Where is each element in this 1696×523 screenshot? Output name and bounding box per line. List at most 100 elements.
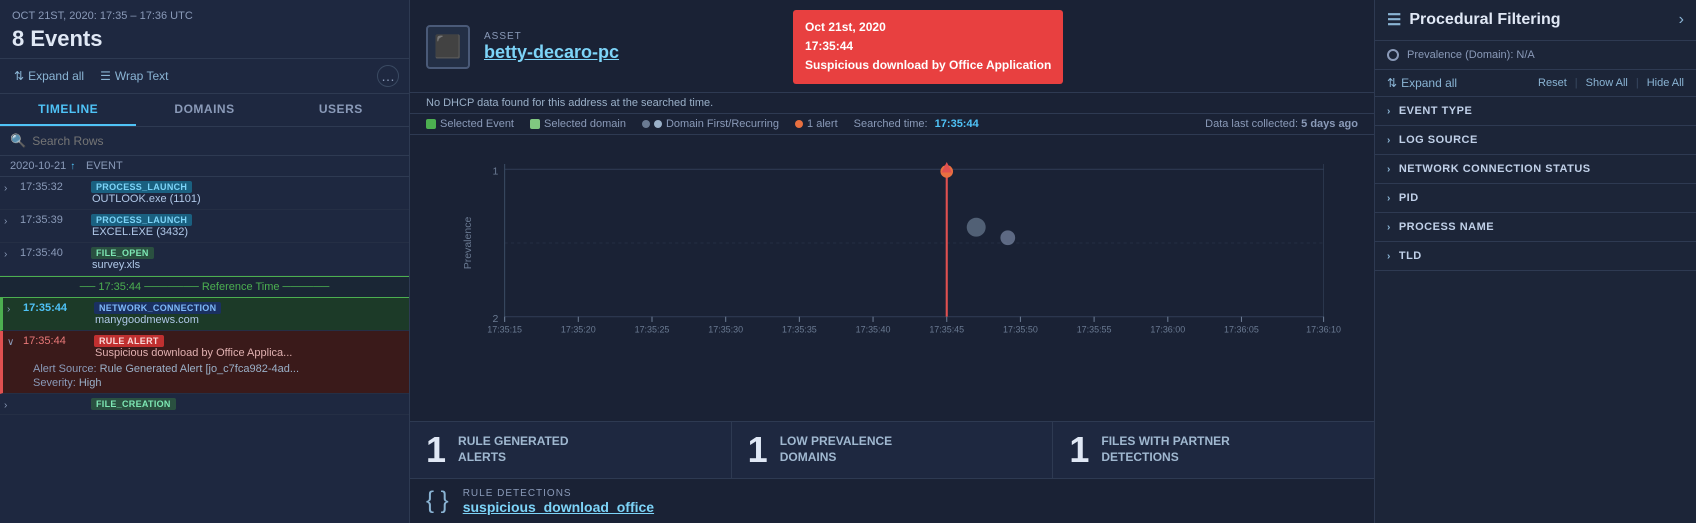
searched-time-value: 17:35:44	[935, 118, 979, 130]
network-status-header[interactable]: › NETWORK CONNECTION STATUS	[1375, 155, 1696, 183]
row-time: 17:35:40	[20, 247, 85, 259]
rule-info: RULE DETECTIONS suspicious_download_offi…	[463, 488, 654, 515]
legend-light-green-sq	[530, 119, 540, 129]
show-all-button[interactable]: Show All	[1586, 77, 1628, 89]
event-type-chevron: ›	[1387, 106, 1391, 117]
svg-text:17:35:20: 17:35:20	[561, 324, 596, 334]
expand-chevron[interactable]: ›	[4, 216, 7, 227]
legend-gray-circle-1	[642, 120, 650, 128]
table-row: › 17:35:32 PROCESS_LAUNCH OUTLOOK.exe (1…	[0, 177, 409, 210]
right-expand-label: Expand all	[1401, 76, 1457, 90]
badge-file-creation: FILE_CREATION	[91, 398, 176, 410]
rule-name[interactable]: suspicious_download_office	[463, 499, 654, 515]
pid-label: PID	[1399, 192, 1419, 204]
process-name-header[interactable]: › PROCESS NAME	[1375, 213, 1696, 241]
tab-users[interactable]: USERS	[273, 94, 409, 126]
tab-timeline[interactable]: TIMELINE	[0, 94, 136, 126]
legend-alert-label: 1 alert	[807, 118, 838, 130]
expand-chevron[interactable]: ›	[4, 183, 7, 194]
hide-all-button[interactable]: Hide All	[1647, 77, 1684, 89]
stat-card-domains: 1 LOW PREVALENCEDOMAINS	[732, 422, 1054, 478]
row-event: EXCEL.EXE (3432)	[20, 226, 403, 238]
timeline-list: › 17:35:32 PROCESS_LAUNCH OUTLOOK.exe (1…	[0, 177, 409, 523]
prevalence-radio[interactable]	[1387, 49, 1399, 61]
rule-section: { } RULE DETECTIONS suspicious_download_…	[410, 478, 1374, 523]
legend-domain-first-recurring: Domain First/Recurring	[642, 118, 779, 130]
right-expand-all-button[interactable]: ⇅ Expand all	[1387, 76, 1457, 90]
legend-green-sq	[426, 119, 436, 129]
svg-text:17:35:50: 17:35:50	[1003, 324, 1038, 334]
svg-text:17:35:55: 17:35:55	[1077, 324, 1112, 334]
expand-chevron[interactable]: ∨	[7, 337, 14, 348]
legend-domain-label: Domain First/Recurring	[666, 118, 779, 130]
tooltip-time: 17:35:44	[805, 37, 1051, 56]
log-source-chevron: ›	[1387, 135, 1391, 146]
svg-text:17:35:15: 17:35:15	[487, 324, 522, 334]
toolbar: ⇅ Expand all ☰ Wrap Text …	[0, 59, 409, 94]
domain-dot-large	[967, 217, 986, 236]
expand-chevron[interactable]: ›	[4, 400, 7, 411]
col-event-header: EVENT	[86, 160, 399, 172]
reset-button[interactable]: Reset	[1538, 77, 1567, 89]
event-type-label: EVENT TYPE	[1399, 105, 1472, 117]
search-input[interactable]	[32, 134, 399, 148]
row-main: 17:35:40 FILE_OPEN	[20, 247, 403, 259]
row-time: 17:35:44	[23, 335, 88, 347]
tld-label: TLD	[1399, 250, 1422, 262]
tooltip-label: Suspicious download by Office Applicatio…	[805, 56, 1051, 75]
legend-selected-domain: Selected domain	[530, 118, 626, 130]
svg-text:17:36:00: 17:36:00	[1150, 324, 1185, 334]
process-name-chevron: ›	[1387, 222, 1391, 233]
expand-chevron[interactable]: ›	[7, 304, 10, 315]
wrap-icon: ☰	[100, 69, 111, 83]
dhcp-text: No DHCP data found for this address at t…	[426, 97, 713, 109]
tld-header[interactable]: › TLD	[1375, 242, 1696, 270]
right-arrow-button[interactable]: ›	[1679, 11, 1684, 29]
stat-card-alerts: 1 RULE GENERATEDALERTS	[410, 422, 732, 478]
stat-num-alerts: 1	[426, 432, 446, 468]
chart-area: Prevalence 1 2 17:35:15	[410, 135, 1374, 421]
log-source-header[interactable]: › LOG SOURCE	[1375, 126, 1696, 154]
event-type-header[interactable]: › EVENT TYPE	[1375, 97, 1696, 125]
sep2: |	[1636, 77, 1639, 89]
expand-chevron[interactable]: ›	[4, 249, 7, 260]
left-header: OCT 21ST, 2020: 17:35 – 17:36 UTC 8 Even…	[0, 0, 409, 59]
legend-row: Selected Event Selected domain Domain Fi…	[410, 114, 1374, 135]
stat-label-domains: LOW PREVALENCEDOMAINS	[780, 434, 892, 465]
row-time: 17:35:44	[23, 302, 88, 314]
wrap-text-button[interactable]: ☰ Wrap Text	[96, 67, 172, 85]
network-status-chevron: ›	[1387, 164, 1391, 175]
stat-card-files: 1 FILES WITH PARTNERDETECTIONS	[1053, 422, 1374, 478]
tab-domains[interactable]: DOMAINS	[136, 94, 272, 126]
more-options-button[interactable]: …	[377, 65, 399, 87]
right-panel: ☰ Procedural Filtering › Prevalence (Dom…	[1374, 0, 1696, 523]
event-count: 8 Events	[12, 26, 397, 52]
svg-text:17:35:45: 17:35:45	[929, 324, 964, 334]
pid-chevron: ›	[1387, 193, 1391, 204]
legend-gray-circle-2	[654, 120, 662, 128]
expand-all-button[interactable]: ⇅ Expand all	[10, 67, 88, 85]
pid-header[interactable]: › PID	[1375, 184, 1696, 212]
tld-chevron: ›	[1387, 251, 1391, 262]
sep1: |	[1575, 77, 1578, 89]
svg-text:17:35:35: 17:35:35	[782, 324, 817, 334]
row-event: manygoodmews.com	[23, 314, 403, 326]
badge-process-launch: PROCESS_LAUNCH	[91, 214, 192, 226]
searched-time-label: Searched time:	[854, 118, 931, 130]
prevalence-label: Prevalence (Domain): N/A	[1407, 49, 1535, 61]
col-headers: 2020-10-21 ↑ EVENT	[0, 156, 409, 177]
legend-orange-dot	[795, 120, 803, 128]
right-title-text: Procedural Filtering	[1409, 11, 1560, 29]
row-event: survey.xls	[20, 259, 403, 271]
right-expand-icon: ⇅	[1387, 76, 1397, 90]
legend-selected-domain-label: Selected domain	[544, 118, 626, 130]
badge-file-open: FILE_OPEN	[91, 247, 154, 259]
asset-name[interactable]: betty-decaro-pc	[484, 42, 619, 63]
svg-text:Prevalence: Prevalence	[462, 216, 474, 269]
row-event: Suspicious download by Office Applica...	[23, 347, 363, 359]
filter-section-network-status: › NETWORK CONNECTION STATUS	[1375, 155, 1696, 184]
table-row: › 17:35:40 FILE_OPEN survey.xls	[0, 243, 409, 276]
svg-text:17:36:10: 17:36:10	[1306, 324, 1341, 334]
filter-section-log-source: › LOG SOURCE	[1375, 126, 1696, 155]
data-collected: Data last collected: 5 days ago	[1205, 118, 1358, 130]
